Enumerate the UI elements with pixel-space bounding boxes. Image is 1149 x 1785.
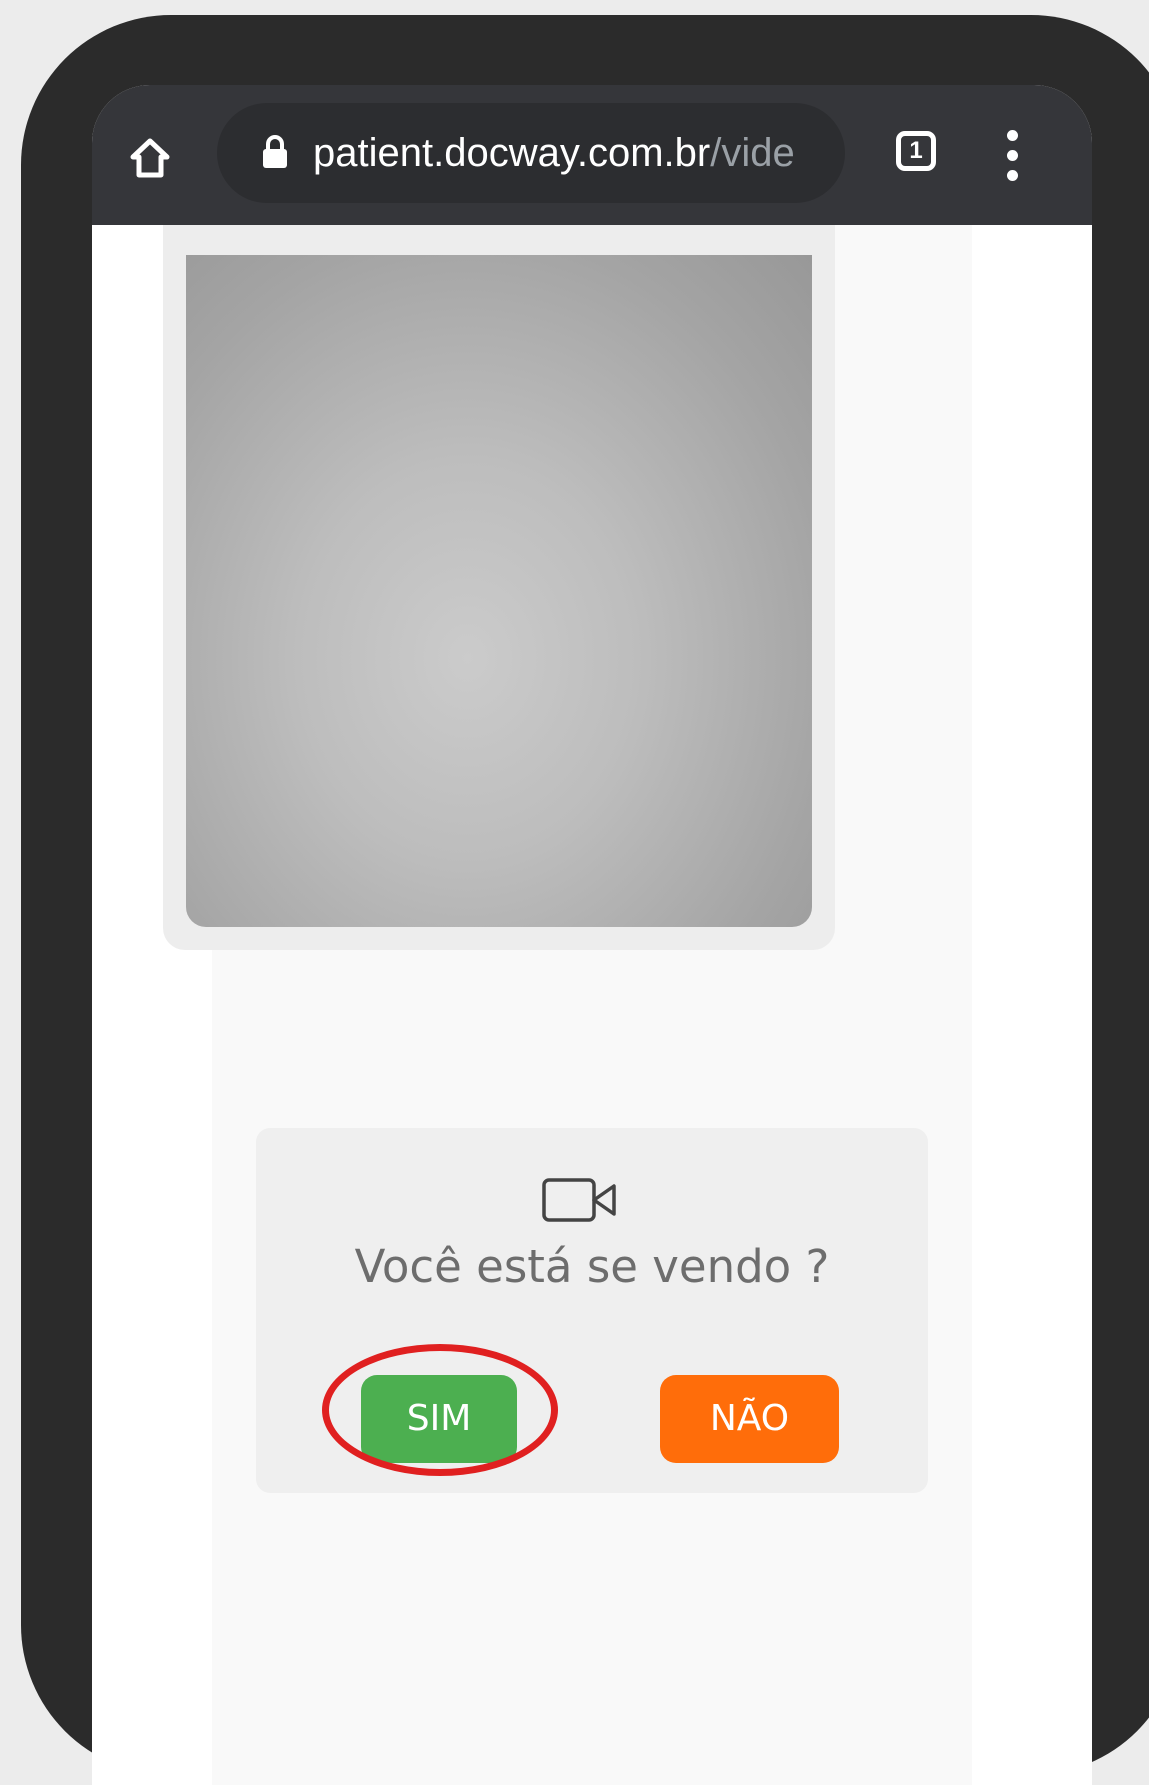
url-path: /vide (710, 131, 795, 175)
address-bar[interactable]: patient.docway.com.br/vide (217, 103, 845, 203)
more-vert-icon[interactable] (992, 125, 1032, 185)
no-button[interactable]: NÃO (660, 1375, 839, 1463)
home-button[interactable] (125, 133, 175, 183)
self-view-prompt-card: Você está se vendo ? SIM NÃO (256, 1128, 928, 1493)
lock-icon (263, 135, 287, 168)
prompt-question: Você está se vendo ? (354, 1240, 830, 1293)
browser-toolbar: patient.docway.com.br/vide 1 (92, 85, 1092, 225)
tab-switcher-button[interactable]: 1 (896, 131, 936, 171)
video-preview (186, 255, 812, 927)
yes-button[interactable]: SIM (361, 1375, 517, 1463)
video-camera-icon (542, 1178, 616, 1222)
home-icon (130, 138, 170, 178)
url-text[interactable]: patient.docway.com.br/vide (313, 103, 813, 203)
url-host: patient.docway.com.br (313, 131, 711, 175)
